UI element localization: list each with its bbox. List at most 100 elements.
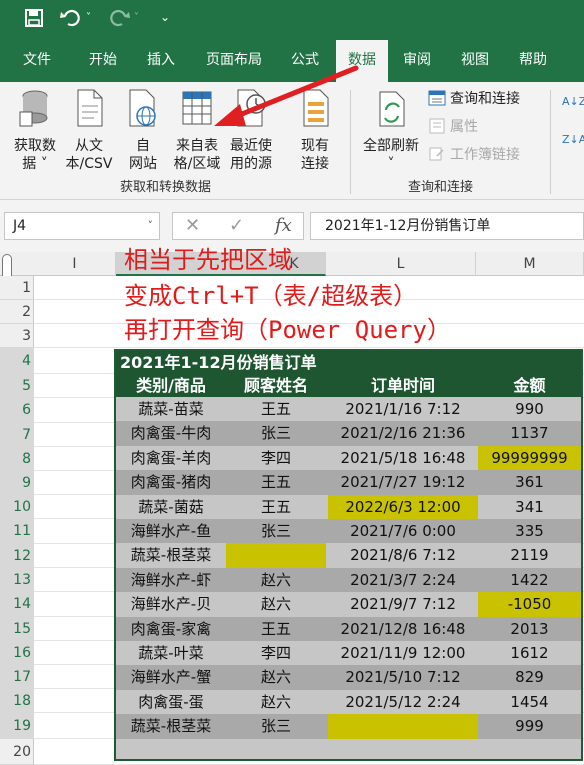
cell-category[interactable]: 蔬菜-根茎菜 (116, 714, 226, 738)
cell-category[interactable]: 蔬菜-根茎菜 (116, 543, 226, 567)
workbook-links-button[interactable]: 工作簿链接 (428, 144, 520, 166)
tab-review[interactable]: 审阅 (392, 40, 442, 82)
column-header-i[interactable]: I (34, 252, 116, 276)
cell-order-time[interactable] (328, 714, 478, 739)
row-header[interactable]: 13 (0, 568, 34, 592)
row-header[interactable]: 7 (0, 423, 34, 447)
redo-icon[interactable] (108, 8, 130, 33)
row-header[interactable]: 12 (0, 544, 34, 568)
cell-amount[interactable]: 335 (478, 519, 581, 543)
name-box[interactable]: J4 ˅ (4, 212, 160, 240)
cell-amount[interactable]: 1422 (478, 568, 581, 592)
row-header[interactable]: 4 (0, 348, 34, 374)
cell-category[interactable]: 肉禽蛋-家禽 (116, 617, 226, 641)
cell-amount[interactable]: 361 (478, 470, 581, 494)
cell-customer[interactable]: 王五 (226, 470, 326, 494)
row-header[interactable]: 2 (0, 300, 34, 324)
undo-dropdown-icon[interactable]: ˅ (86, 12, 91, 23)
cell-category[interactable]: 肉禽蛋-蛋 (116, 690, 226, 714)
cell-amount[interactable]: 2119 (478, 543, 581, 567)
from-text-csv-button[interactable]: 从文 本/CSV (62, 88, 116, 173)
cell-customer[interactable]: 李四 (226, 641, 326, 665)
cell-order-time[interactable]: 2021/1/16 7:12 (328, 397, 478, 421)
cell-customer[interactable]: 赵六 (226, 665, 326, 689)
cell-order-time[interactable]: 2021/12/8 16:48 (328, 617, 478, 641)
cell-category[interactable]: 蔬菜-叶菜 (116, 641, 226, 665)
queries-connections-button[interactable]: 查询和连接 (428, 88, 520, 110)
cell-order-time[interactable]: 2021/3/7 2:24 (328, 568, 478, 592)
header-amount[interactable]: 金额 (478, 374, 581, 397)
row-header[interactable]: 20 (0, 739, 34, 765)
chevron-down-icon[interactable]: ˅ (148, 213, 154, 239)
row-header[interactable]: 15 (0, 617, 34, 641)
formula-input[interactable]: 2021年1-12月份销售订单 (310, 212, 584, 240)
tab-insert[interactable]: 插入 (136, 40, 186, 82)
row-header[interactable]: 3 (0, 324, 34, 348)
cell-order-time[interactable]: 2021/5/12 2:24 (328, 690, 478, 714)
existing-connections-button[interactable]: 现有 连接 (292, 88, 338, 173)
cell-amount[interactable]: 2013 (478, 617, 581, 641)
tab-page-layout[interactable]: 页面布局 (194, 40, 274, 82)
insert-function-icon[interactable]: fx (275, 215, 292, 236)
row-header[interactable]: 5 (0, 374, 34, 398)
cell-customer[interactable] (226, 543, 326, 568)
from-web-button[interactable]: 自 网站 (120, 88, 166, 173)
header-customer[interactable]: 顾客姓名 (226, 374, 326, 397)
cell-order-time[interactable]: 2021/7/6 0:00 (328, 519, 478, 543)
row-header[interactable]: 11 (0, 519, 34, 544)
cell-amount[interactable]: 829 (478, 665, 581, 689)
recent-sources-button[interactable]: 最近使 用的源 (226, 88, 276, 173)
cell-amount[interactable]: 1137 (478, 421, 581, 445)
cell-category[interactable]: 蔬菜-苗菜 (116, 397, 226, 421)
row-header[interactable]: 8 (0, 447, 34, 471)
cell-category[interactable]: 肉禽蛋-猪肉 (116, 470, 226, 494)
cell-amount[interactable]: 990 (478, 397, 581, 421)
row-header[interactable]: 14 (0, 592, 34, 617)
tab-help[interactable]: 帮助 (508, 40, 558, 82)
cell-order-time[interactable]: 2021/5/18 16:48 (328, 446, 478, 470)
cell-order-time[interactable]: 2021/11/9 12:00 (328, 641, 478, 665)
cell-category[interactable]: 海鲜水产-蟹 (116, 665, 226, 689)
row-header[interactable]: 17 (0, 665, 34, 689)
sort-ascending-icon[interactable]: A↓Z (562, 96, 584, 118)
column-header-l[interactable]: L (326, 252, 476, 276)
tab-file[interactable]: 文件 (12, 40, 62, 82)
cell-order-time[interactable]: 2021/2/16 21:36 (328, 421, 478, 445)
cell-amount[interactable]: 1612 (478, 641, 581, 665)
cell-order-time[interactable]: 2021/9/7 7:12 (328, 592, 478, 616)
cell-customer[interactable]: 赵六 (226, 690, 326, 714)
cell-order-time[interactable]: 2022/6/3 12:00 (328, 494, 478, 519)
column-header-m[interactable]: M (476, 252, 584, 276)
cell-customer[interactable]: 赵六 (226, 592, 326, 616)
cell-category[interactable]: 海鲜水产-贝 (116, 592, 226, 616)
get-data-button[interactable]: 获取数 据 ˅ (6, 88, 64, 173)
properties-button[interactable]: 属性 (428, 116, 478, 138)
cell-category[interactable]: 海鲜水产-鱼 (116, 519, 226, 543)
cell-amount[interactable]: 1454 (478, 690, 581, 714)
refresh-all-button[interactable]: 全部刷新 ˅ (358, 88, 424, 173)
customize-icon[interactable]: ⌄ (160, 10, 170, 24)
tab-home[interactable]: 开始 (78, 40, 128, 82)
header-order-time[interactable]: 订单时间 (328, 374, 478, 397)
enter-icon[interactable]: ✓ (229, 215, 244, 236)
save-icon[interactable] (24, 8, 44, 33)
tab-data[interactable]: 数据 (336, 40, 388, 82)
row-header[interactable]: 19 (0, 713, 34, 739)
cell-customer[interactable]: 李四 (226, 446, 326, 470)
cell-customer[interactable]: 张三 (226, 519, 326, 543)
cell-customer[interactable]: 王五 (226, 495, 326, 519)
cell-category[interactable]: 海鲜水产-虾 (116, 568, 226, 592)
row-header[interactable]: 6 (0, 398, 34, 423)
cell-amount[interactable]: 99999999 (478, 445, 581, 471)
cell-order-time[interactable]: 2021/8/6 7:12 (328, 543, 478, 567)
tab-formulas[interactable]: 公式 (280, 40, 330, 82)
header-category[interactable]: 类别/商品 (116, 374, 226, 397)
cell-order-time[interactable]: 2021/7/27 19:12 (328, 470, 478, 494)
row-header[interactable]: 18 (0, 689, 34, 713)
cell-category[interactable]: 蔬菜-菌菇 (116, 495, 226, 519)
tab-view[interactable]: 视图 (450, 40, 500, 82)
cell-customer[interactable]: 张三 (226, 421, 326, 445)
undo-icon[interactable] (60, 8, 82, 33)
cancel-icon[interactable]: ✕ (185, 215, 200, 236)
cell-customer[interactable]: 王五 (226, 617, 326, 641)
